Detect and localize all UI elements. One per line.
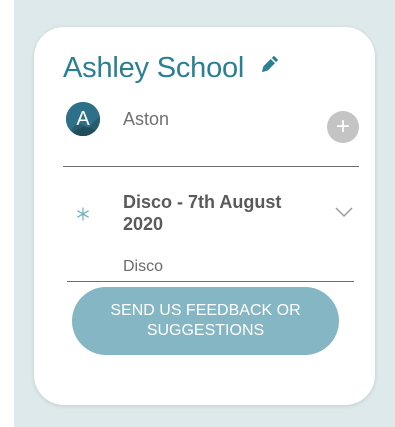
divider — [63, 166, 359, 167]
avatar: A — [66, 102, 100, 136]
school-card: Ashley School A Aston + Disco - 7th Augu… — [34, 27, 375, 405]
school-title: Ashley School — [63, 52, 245, 84]
event-row[interactable]: Disco - 7th August 2020 — [63, 189, 359, 249]
pencil-icon[interactable] — [258, 54, 280, 76]
plus-icon: + — [335, 113, 350, 140]
avatar-initial: A — [76, 108, 90, 130]
user-row: A Aston + — [66, 102, 361, 143]
event-title: Disco - 7th August 2020 — [123, 192, 282, 234]
user-name: Aston — [123, 109, 170, 129]
add-button[interactable]: + — [327, 111, 359, 143]
chevron-down-icon[interactable] — [335, 205, 353, 218]
divider — [67, 281, 354, 282]
title-row: Ashley School — [63, 51, 280, 85]
snowflake-icon — [76, 207, 90, 221]
event-subtitle: Disco — [123, 258, 164, 275]
feedback-button[interactable]: SEND US FEEDBACK OR SUGGESTIONS — [72, 287, 339, 355]
